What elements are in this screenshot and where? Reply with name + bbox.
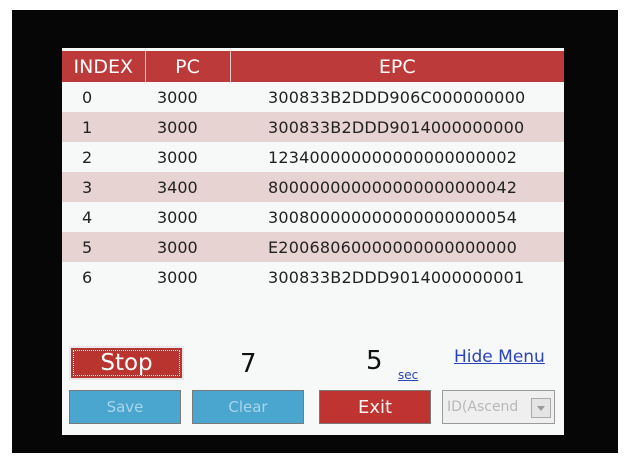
elapsed-time-unit: sec <box>398 368 419 382</box>
cell-index: 3 <box>62 172 145 202</box>
cell-epc: E20068060000000000000000 <box>230 232 564 262</box>
save-button[interactable]: Save <box>69 390 181 424</box>
table-row[interactable]: 2 3000 123400000000000000000002 <box>62 142 564 172</box>
table-row[interactable]: 6 3000 300833B2DDD9014000000001 <box>62 262 564 292</box>
cell-pc: 3000 <box>145 112 230 142</box>
column-header-index[interactable]: INDEX <box>62 51 146 82</box>
elapsed-time-value: 5 <box>366 346 383 376</box>
table-row[interactable]: 0 3000 300833B2DDD906C000000000 <box>62 82 564 112</box>
table-row[interactable]: 3 3400 800000000000000000000042 <box>62 172 564 202</box>
cell-index: 5 <box>62 232 145 262</box>
table-header-row: INDEX PC EPC <box>62 51 564 82</box>
cell-pc: 3400 <box>145 172 230 202</box>
sort-order-select[interactable]: ID(Ascend <box>442 390 555 424</box>
cell-pc: 3000 <box>145 202 230 232</box>
cell-epc: 300800000000000000000054 <box>230 202 564 232</box>
table-row[interactable]: 5 3000 E20068060000000000000000 <box>62 232 564 262</box>
table-row[interactable]: 4 3000 300800000000000000000054 <box>62 202 564 232</box>
cell-pc: 3000 <box>145 232 230 262</box>
cell-pc: 3000 <box>145 262 230 292</box>
cell-epc: 123400000000000000000002 <box>230 142 564 172</box>
exit-button[interactable]: Exit <box>319 390 431 424</box>
cell-epc: 300833B2DDD9014000000001 <box>230 262 564 292</box>
table-row[interactable]: 1 3000 300833B2DDD9014000000000 <box>62 112 564 142</box>
cell-index: 1 <box>62 112 145 142</box>
cell-pc: 3000 <box>145 142 230 172</box>
sort-order-value: ID(Ascend <box>447 399 519 415</box>
chevron-down-icon[interactable] <box>531 398 551 418</box>
cell-index: 0 <box>62 82 145 112</box>
hide-menu-link[interactable]: Hide Menu <box>454 347 545 367</box>
cell-epc: 300833B2DDD9014000000000 <box>230 112 564 142</box>
tag-count-value: 7 <box>240 349 257 379</box>
touch-screen: INDEX PC EPC 0 3000 300833B2DDD906C00000… <box>62 48 564 435</box>
cell-epc: 800000000000000000000042 <box>230 172 564 202</box>
cell-epc: 300833B2DDD906C000000000 <box>230 82 564 112</box>
column-header-epc[interactable]: EPC <box>230 51 564 82</box>
cell-index: 2 <box>62 142 145 172</box>
stop-button[interactable]: Stop <box>69 346 184 380</box>
cell-index: 6 <box>62 262 145 292</box>
column-header-pc[interactable]: PC <box>145 51 231 82</box>
clear-button[interactable]: Clear <box>192 390 304 424</box>
cell-pc: 3000 <box>145 82 230 112</box>
cell-index: 4 <box>62 202 145 232</box>
tag-table: INDEX PC EPC 0 3000 300833B2DDD906C00000… <box>62 51 564 292</box>
